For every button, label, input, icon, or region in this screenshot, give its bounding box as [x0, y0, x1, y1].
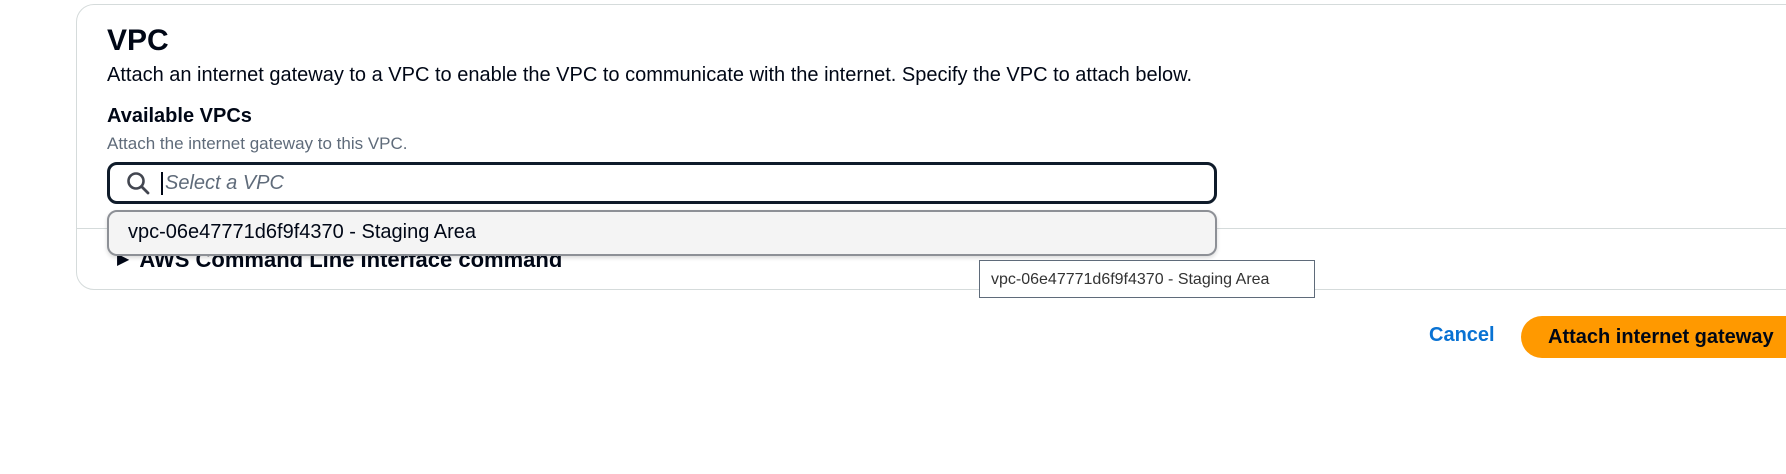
attach-gateway-page: VPC Attach an internet gateway to a VPC … [0, 0, 1786, 474]
section-title: VPC [107, 24, 169, 57]
available-vpcs-label: Available VPCs [107, 105, 252, 127]
vpc-dropdown-list: vpc-06e47771d6f9f4370 - Staging Area [107, 210, 1217, 256]
section-description: Attach an internet gateway to a VPC to e… [107, 64, 1193, 86]
option-tooltip: vpc-06e47771d6f9f4370 - Staging Area [979, 260, 1315, 298]
cancel-button[interactable]: Cancel [1429, 324, 1495, 347]
vpc-search-input[interactable] [161, 171, 1165, 195]
search-icon [127, 172, 150, 195]
available-vpcs-description: Attach the internet gateway to this VPC. [107, 134, 408, 153]
vpc-option[interactable]: vpc-06e47771d6f9f4370 - Staging Area [128, 221, 476, 244]
attach-internet-gateway-button[interactable]: Attach internet gateway [1521, 316, 1786, 358]
vpc-select-field[interactable] [107, 162, 1217, 204]
